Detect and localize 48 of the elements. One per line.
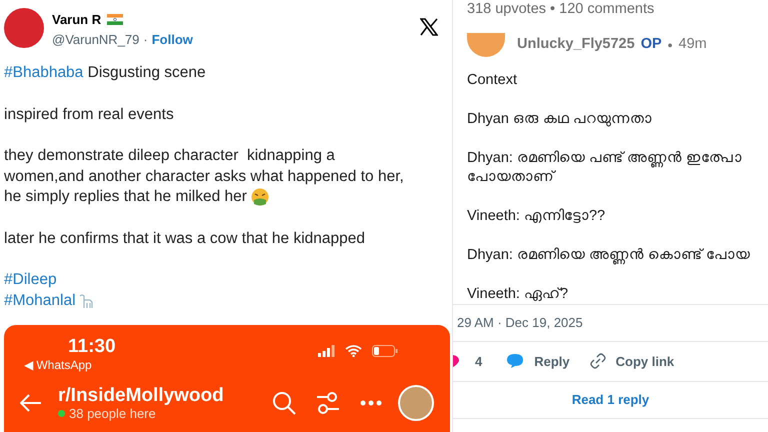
x-logo-icon [420,18,438,36]
tweet-text: later he confirms that it was a cow that he kidnapped [4,228,366,248]
back-arrow-icon[interactable] [20,394,42,412]
status-time: 11:30 [68,337,116,357]
comment-text: Vineeth: എന്നിട്ടോ?? [467,207,606,226]
comment-text: Vineeth: ഏഹ്? [467,285,570,304]
signal-icon [318,345,335,357]
comment-text: Context [467,71,518,90]
comment-age: 49m [678,35,707,54]
hashtag-link[interactable]: #Mohanlal [4,290,76,311]
tweet-text: they demonstrate dileep character kidnapping a [4,146,335,166]
comment-text: Dhyan: രമണിയെ അണ്ണൻ കൊണ്ട് പോയ [467,246,752,265]
subreddit-title: r/InsideMollywood [58,385,224,406]
separator-dot: • [668,36,673,54]
search-icon[interactable] [272,391,296,415]
follow-link[interactable]: Follow [152,30,193,49]
tweet-text: inspired from real events [4,104,174,124]
op-label: OP [640,35,662,54]
battery-icon [372,345,398,357]
hashtag-link[interactable]: #Bhabhaba [4,63,84,84]
vomiting-face-icon [250,188,269,206]
wifi-icon [345,345,362,357]
back-to-app-link[interactable]: ◀ WhatsApp [24,357,116,373]
tweet-text: he simply replies that he milked her [4,187,247,207]
tweet-text: women,and another character asks what happened to her, [4,166,404,186]
comment-text: Dhyan ഒരു കഥ പറയുന്നതാ [467,110,653,129]
reply-button[interactable]: Reply [534,352,570,371]
link-icon[interactable] [590,353,606,370]
separator-dot: · [143,30,148,48]
filter-icon[interactable] [316,391,340,415]
read-replies-link[interactable]: Read 1 reply [572,390,650,410]
comment-text: Dhyan: രമണിയെ പണ്ട് അണ്ണൻ ഇത്പോ [467,149,744,168]
hashtag-link[interactable]: #Dileep [4,270,57,290]
tweet-text: Disgusting scene [86,63,206,83]
comment-username: Unlucky_Fly5725 [517,35,635,54]
flag-icon [107,14,124,26]
author-name: Varun R [52,11,102,29]
author-handle: @VarunNR_79 [52,30,140,49]
post-stats: 318 upvotes • 120 comments [467,0,656,18]
like-count: 4 [475,352,482,370]
tweet-timestamp: 29 AM · Dec 19, 2025 [456,314,584,332]
profile-avatar[interactable] [398,385,434,421]
cow-icon [78,292,94,309]
more-icon[interactable] [360,400,382,406]
copy-link-button[interactable]: Copy link [616,352,674,371]
comment-text: പോയതാണ് [467,168,557,187]
speech-bubble-icon[interactable] [506,353,524,370]
online-count: 38 people here [69,406,156,421]
